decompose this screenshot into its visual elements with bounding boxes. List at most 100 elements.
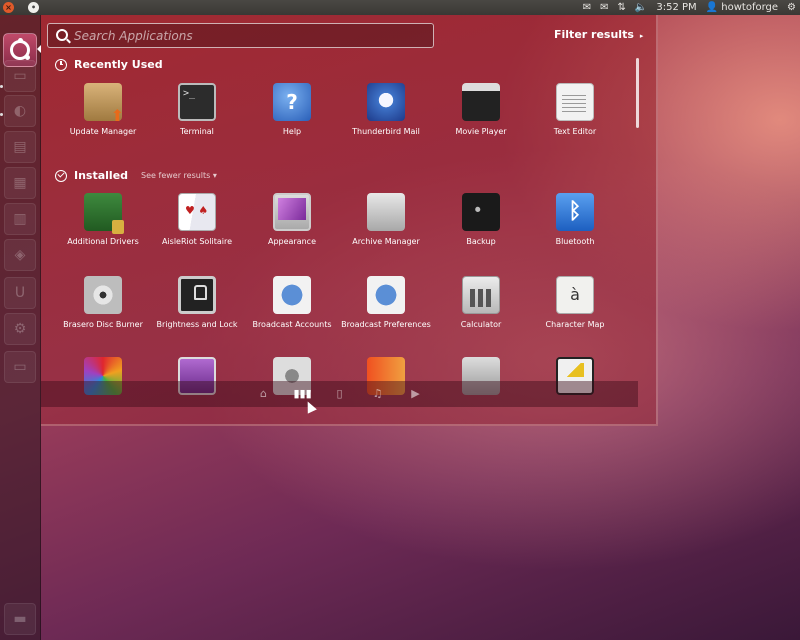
app-label: Archive Manager	[352, 237, 420, 246]
user-menu[interactable]: 👤 howtoforge	[706, 0, 778, 15]
applications-lens-icon[interactable]: ▮▮▮	[294, 387, 312, 401]
app-tile[interactable]: ᛒ Bluetooth	[527, 193, 623, 247]
maximize-window-button[interactable]: •	[28, 2, 39, 13]
ubuntu-one-icon: U	[14, 285, 26, 301]
bluetooth-icon: ᛒ	[556, 193, 594, 231]
home-lens-icon[interactable]: ⌂	[256, 387, 272, 401]
running-indicator	[0, 85, 3, 88]
launcher: ▭ ◐ ▤ ▦ ▥ ◈ U ⚙ ▭ ▬	[0, 15, 41, 640]
app-tile[interactable]: >_ Terminal	[149, 83, 245, 137]
app-tile[interactable]: Broadcast Accounts	[244, 276, 340, 330]
app-label: Character Map	[545, 320, 605, 329]
app-label: Appearance	[267, 237, 317, 246]
music-lens-icon[interactable]: ♫	[370, 387, 386, 401]
top-panel: × • ✉ ✉ ⇅ 🔈 3:52 PM 👤 howtoforge ⚙	[0, 0, 800, 15]
app-label: Broadcast Preferences	[341, 320, 431, 329]
clock[interactable]: 3:52 PM	[656, 0, 696, 15]
app-label: Bluetooth	[555, 237, 595, 246]
app-tile[interactable]: AisleRiot Solitaire	[149, 193, 245, 247]
see-fewer-label: See fewer results	[141, 171, 211, 180]
launcher-system-settings[interactable]: ⚙	[4, 313, 36, 345]
terminal-icon: >_	[178, 83, 216, 121]
launcher-workspaces[interactable]: ▭	[4, 351, 36, 383]
launcher-writer[interactable]: ▤	[4, 131, 36, 163]
volume-icon[interactable]: 🔈	[635, 0, 647, 15]
calculator-icon	[462, 276, 500, 314]
broadcast-accounts-icon	[273, 276, 311, 314]
launcher-trash[interactable]: ▬	[4, 603, 36, 635]
solitaire-icon	[178, 193, 216, 231]
network-icon[interactable]: ⇅	[618, 0, 626, 15]
app-tile[interactable]: Brightness and Lock	[149, 276, 245, 330]
backup-icon	[462, 193, 500, 231]
files-lens-icon[interactable]: ▯	[332, 387, 348, 401]
close-window-button[interactable]: ×	[3, 2, 14, 13]
settings-gear-icon: ⚙	[13, 321, 27, 337]
app-label: Text Editor	[553, 127, 597, 136]
app-tile[interactable]: Thunderbird Mail	[338, 83, 434, 137]
writer-icon: ▤	[13, 139, 27, 155]
app-label: Backup	[466, 237, 496, 246]
recently-used-header: Recently Used	[55, 58, 163, 71]
launcher-impress[interactable]: ▥	[4, 203, 36, 235]
firefox-icon: ◐	[13, 103, 27, 119]
files-icon: ▭	[13, 68, 27, 84]
app-label: Brightness and Lock	[156, 320, 238, 329]
launcher-calc[interactable]: ▦	[4, 167, 36, 199]
mail-icon[interactable]: ✉	[600, 0, 608, 15]
messaging-icon[interactable]: ✉	[583, 0, 591, 15]
text-editor-icon	[556, 83, 594, 121]
app-label: Movie Player	[455, 127, 507, 136]
app-tile[interactable]: Text Editor	[527, 83, 623, 137]
dash-overlay: Filter results ▸ Recently Used Update Man…	[41, 15, 658, 426]
app-tile[interactable]: Broadcast Preferences	[338, 276, 434, 330]
launcher-software-center[interactable]: ◈	[4, 239, 36, 271]
archive-manager-icon	[367, 193, 405, 231]
user-name: howtoforge	[721, 2, 779, 13]
indicator-area: ✉ ✉ ⇅ 🔈 3:52 PM 👤 howtoforge ⚙	[583, 0, 796, 15]
launcher-files[interactable]: ▭	[4, 60, 36, 92]
app-tile[interactable]: à Character Map	[527, 276, 623, 330]
search-icon	[56, 29, 68, 41]
session-gear-icon[interactable]: ⚙	[787, 0, 796, 15]
user-icon: 👤	[705, 2, 719, 13]
video-lens-icon[interactable]: ▶	[408, 387, 424, 401]
app-tile[interactable]: Additional Drivers	[55, 193, 151, 247]
chevron-down-icon: ▾	[212, 171, 217, 180]
calc-icon: ▦	[13, 175, 27, 191]
clock-icon	[55, 58, 67, 71]
app-label: Additional Drivers	[67, 237, 139, 246]
app-tile[interactable]: Appearance	[244, 193, 340, 247]
brasero-icon	[84, 276, 122, 314]
launcher-firefox[interactable]: ◐	[4, 95, 36, 127]
app-tile[interactable]: Update Manager	[55, 83, 151, 137]
app-label: Help	[282, 127, 302, 136]
app-tile[interactable]: ? Help	[244, 83, 340, 137]
app-tile[interactable]: Archive Manager	[338, 193, 434, 247]
appearance-icon	[273, 193, 311, 231]
trash-icon: ▬	[13, 611, 27, 627]
character-map-icon: à	[556, 276, 594, 314]
search-box[interactable]	[47, 23, 434, 48]
app-tile[interactable]: Backup	[433, 193, 529, 247]
app-label: Thunderbird Mail	[352, 127, 420, 136]
app-tile[interactable]: Brasero Disc Burner	[55, 276, 151, 330]
broadcast-preferences-icon	[367, 276, 405, 314]
help-icon: ?	[273, 83, 311, 121]
impress-icon: ▥	[13, 211, 27, 227]
results-scrollbar[interactable]	[636, 58, 639, 128]
app-tile[interactable]: Calculator	[433, 276, 529, 330]
launcher-ubuntu-one[interactable]: U	[4, 277, 36, 309]
app-label: Calculator	[460, 320, 502, 329]
app-tile[interactable]: Movie Player	[433, 83, 529, 137]
app-label: AisleRiot Solitaire	[161, 237, 233, 246]
filter-arrow-icon: ▸	[639, 32, 644, 40]
see-fewer-results-link[interactable]: See fewer results ▾	[141, 171, 217, 180]
search-input[interactable]	[74, 26, 424, 46]
workspaces-icon: ▭	[13, 359, 27, 375]
section-title: Installed	[74, 169, 129, 182]
brightness-lock-icon	[178, 276, 216, 314]
app-label: Brasero Disc Burner	[63, 320, 143, 329]
filter-results-button[interactable]: Filter results ▸	[554, 28, 643, 41]
app-label: Broadcast Accounts	[252, 320, 332, 329]
